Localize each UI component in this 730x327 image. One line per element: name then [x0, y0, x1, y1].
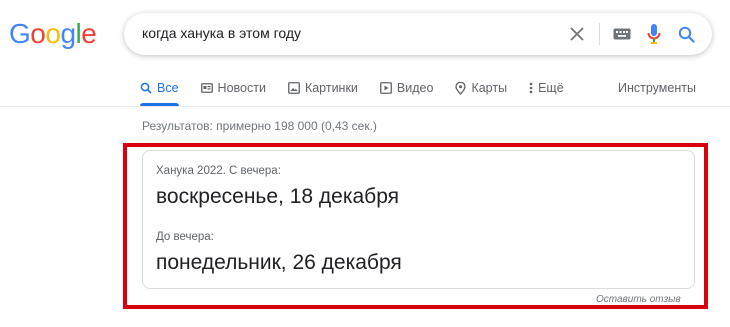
clear-button[interactable] — [565, 13, 589, 55]
search-tabs: Все Новости Картинки Видео Карты Ещё — [140, 78, 586, 106]
logo-letter: o — [45, 18, 61, 49]
search-input[interactable]: когда ханука в этом году — [142, 25, 301, 41]
tab-images[interactable]: Картинки — [288, 78, 358, 98]
search-results-page: Google когда ханука в этом году Все Ново… — [0, 0, 730, 327]
logo-letter: G — [9, 18, 31, 49]
tab-news[interactable]: Новости — [200, 78, 266, 98]
search-box[interactable]: когда ханука в этом году — [124, 13, 712, 55]
search-icon — [678, 26, 695, 43]
tab-label: Карты — [471, 81, 508, 95]
tab-maps[interactable]: Карты — [455, 78, 507, 98]
search-box-divider — [599, 23, 600, 45]
header-divider — [0, 106, 730, 107]
news-icon — [200, 82, 213, 94]
search-box-actions — [565, 13, 698, 55]
tab-label: Все — [157, 81, 179, 95]
more-vertical-icon — [529, 82, 533, 94]
highlight-frame — [123, 143, 708, 309]
logo-letter: e — [81, 18, 97, 49]
search-icon — [140, 82, 152, 94]
image-icon — [288, 82, 300, 94]
tab-label: Новости — [217, 81, 266, 95]
keyboard-icon — [613, 28, 631, 40]
keyboard-button[interactable] — [610, 13, 634, 55]
logo-letter: g — [60, 18, 76, 49]
tools-button[interactable]: Инструменты — [618, 78, 696, 98]
video-icon — [380, 82, 392, 94]
tab-label: Картинки — [304, 81, 358, 95]
map-pin-icon — [455, 81, 467, 95]
google-logo[interactable]: Google — [9, 18, 97, 50]
search-button[interactable] — [674, 13, 698, 55]
close-icon — [570, 27, 584, 41]
tab-label: Ещё — [538, 81, 564, 95]
result-stats: Результатов: примерно 198 000 (0,43 сек.… — [142, 119, 377, 133]
logo-letter: o — [30, 18, 46, 49]
tab-all[interactable]: Все — [140, 78, 179, 106]
tab-more[interactable]: Ещё — [529, 78, 564, 98]
microphone-icon — [647, 24, 661, 44]
voice-search-button[interactable] — [642, 13, 666, 55]
tab-label: Видео — [396, 81, 434, 95]
tab-video[interactable]: Видео — [380, 78, 434, 98]
